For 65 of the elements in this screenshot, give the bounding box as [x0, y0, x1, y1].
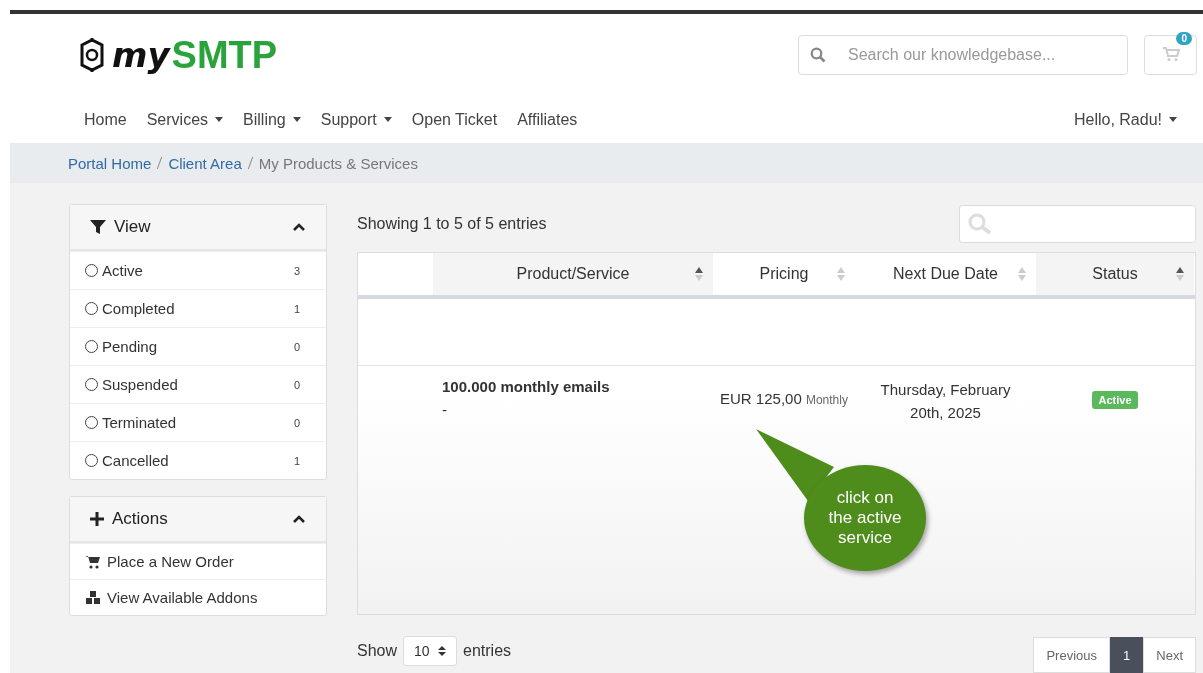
filter-label: Pending: [102, 338, 159, 355]
collapse-icon[interactable]: [292, 222, 306, 232]
cubes-icon: [85, 590, 101, 605]
page-button[interactable]: Previous: [1033, 637, 1111, 673]
nav-link[interactable]: Open Ticket: [401, 110, 508, 129]
user-menu[interactable]: Hello, Radu!: [1063, 110, 1187, 129]
breadcrumb-link[interactable]: Client Area: [168, 154, 242, 172]
table-search-field[interactable]: [959, 204, 1196, 243]
filter-item[interactable]: Suspended 0: [70, 365, 326, 403]
page-button[interactable]: Next: [1143, 637, 1196, 673]
filter-count: 3: [293, 264, 300, 277]
show-label: Show: [357, 642, 398, 660]
filter-label: Completed: [102, 300, 176, 317]
filter-count: 1: [293, 302, 300, 315]
action-link[interactable]: View Available Addons: [70, 579, 326, 615]
due-date: Thursday, February 20th, 2025: [880, 380, 1011, 421]
search-icon: [968, 212, 994, 235]
filter-item[interactable]: Active 3: [70, 251, 326, 289]
filter-item[interactable]: Cancelled 1: [70, 441, 326, 479]
product-name[interactable]: 100.000 monthly emails: [442, 377, 713, 395]
nav-link[interactable]: Support: [310, 110, 402, 129]
filter-count: 1: [293, 454, 300, 467]
panel-title: View: [114, 217, 152, 237]
cart-count: 0: [1176, 32, 1192, 45]
nav-link[interactable]: Services: [136, 110, 234, 129]
column-header[interactable]: Product/Service: [433, 252, 713, 295]
filter-icon: [90, 219, 106, 235]
panel-title: Actions: [112, 509, 169, 529]
column-header[interactable]: Status: [1036, 252, 1194, 295]
filter-label: Terminated: [102, 414, 178, 431]
filter-label: Suspended: [102, 376, 179, 393]
filter-count: 0: [293, 378, 300, 391]
column-header[interactable]: Next Due Date: [855, 252, 1036, 295]
status-badge: Active: [1092, 390, 1138, 409]
cart-icon: [1161, 45, 1180, 62]
logo-text: my: [112, 35, 170, 75]
action-link[interactable]: Place a New Order: [70, 543, 326, 579]
filter-item[interactable]: Completed 1: [70, 289, 326, 327]
cart-icon: [85, 554, 101, 569]
billing-cycle: Monthly: [805, 392, 848, 407]
product-domain: -: [442, 400, 448, 418]
table-info: Showing 1 to 5 of 5 entries: [357, 214, 547, 233]
current-page-text: My Products & Services: [258, 154, 418, 172]
plus-icon: [90, 512, 104, 526]
filter-count: 0: [293, 340, 300, 353]
filter-count: 0: [293, 416, 300, 429]
filter-item[interactable]: Pending 0: [70, 327, 326, 365]
callout-bubble: click on the active service: [804, 464, 926, 571]
filter-label: Cancelled: [102, 452, 170, 469]
page-button[interactable]: 1: [1110, 637, 1144, 673]
search-field[interactable]: Search our knowledgebase...: [798, 35, 1128, 75]
collapse-icon[interactable]: [292, 514, 306, 524]
nav-link[interactable]: Billing: [233, 110, 311, 129]
logo-icon: [78, 36, 106, 74]
entries-select[interactable]: 10: [403, 636, 458, 666]
entries-label: entries: [463, 642, 512, 660]
column-header[interactable]: Pricing: [713, 252, 855, 295]
filter-label: Active: [102, 262, 144, 279]
select-arrows-icon: [438, 645, 447, 657]
nav-link[interactable]: Affiliates: [507, 110, 588, 129]
logo-name: SMTP: [171, 33, 278, 77]
filter-item[interactable]: Terminated 0: [70, 403, 326, 441]
nav-link[interactable]: Home: [74, 110, 137, 129]
price-text: EUR 125,00: [720, 389, 802, 407]
breadcrumb-link[interactable]: Portal Home: [68, 154, 152, 172]
